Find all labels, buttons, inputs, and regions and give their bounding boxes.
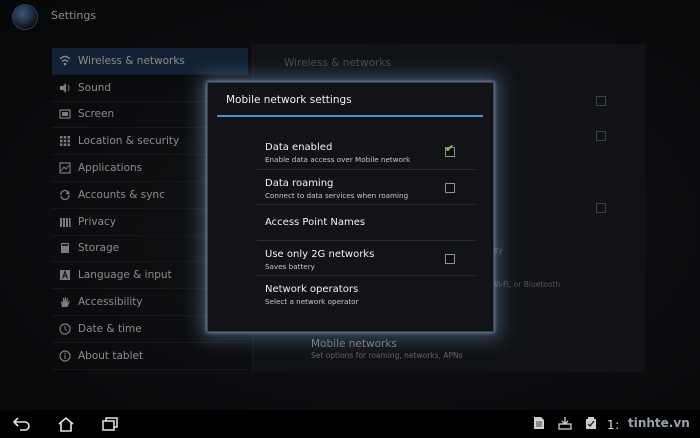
document-icon[interactable]: [532, 416, 546, 430]
row-title: Data enabled: [265, 142, 333, 153]
use-2g-only-checkbox[interactable]: [445, 253, 455, 264]
watermark-logo: tinhte.vn: [628, 416, 690, 430]
row-subtitle: Enable data access over Mobile network: [265, 155, 411, 164]
home-button[interactable]: [55, 414, 77, 434]
data-enabled-checkbox[interactable]: ✔: [445, 143, 455, 157]
checkmark-icon: ✔: [445, 142, 455, 155]
recent-apps-icon: [102, 417, 118, 431]
row-subtitle: Saves battery: [265, 261, 315, 271]
recent-apps-button[interactable]: [99, 414, 121, 434]
use-2g-only-row[interactable]: Use only 2G networks Saves battery: [257, 241, 475, 276]
back-icon: [12, 417, 30, 431]
row-title: Network operators: [265, 284, 359, 295]
row-title: Access Point Names: [265, 217, 366, 228]
dialog-options-list: Data enabled Enable data access over Mob…: [257, 134, 475, 312]
back-button[interactable]: [11, 414, 33, 434]
system-bar: 1: tinhte.vn: [0, 410, 700, 438]
data-roaming-row[interactable]: Data roaming Connect to data services wh…: [257, 170, 475, 205]
home-icon: [58, 416, 74, 432]
mobile-network-settings-dialog: Mobile network settings Data enabled Ena…: [207, 82, 494, 332]
download-tray-icon[interactable]: [558, 416, 572, 430]
data-enabled-row[interactable]: Data enabled Enable data access over Mob…: [257, 134, 475, 170]
row-subtitle: Connect to data services when roaming: [265, 190, 409, 200]
access-point-names-row[interactable]: Access Point Names: [257, 205, 475, 241]
dialog-title: Mobile network settings: [226, 94, 352, 106]
row-title: Use only 2G networks: [265, 248, 375, 260]
clipboard-check-icon[interactable]: [584, 416, 598, 430]
dialog-title-divider: [217, 115, 483, 117]
status-clock[interactable]: 1:: [607, 418, 620, 432]
network-operators-row[interactable]: Network operators Select a network opera…: [257, 276, 475, 312]
row-title: Data roaming: [265, 177, 334, 189]
row-subtitle: Select a network operator: [265, 297, 359, 306]
data-roaming-checkbox[interactable]: [445, 182, 455, 193]
